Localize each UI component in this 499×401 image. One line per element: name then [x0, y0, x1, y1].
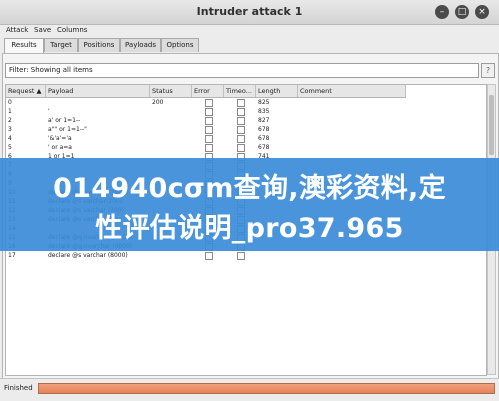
timeout-checkbox	[237, 117, 245, 125]
tab-payloads[interactable]: Payloads	[120, 38, 161, 52]
filter-text: Filter: Showing all items	[9, 66, 93, 74]
col-payload[interactable]: Payload	[46, 85, 150, 97]
cell-status: 200	[152, 99, 164, 106]
cell-payload: a' or 1=1--	[48, 117, 81, 124]
timeout-checkbox	[237, 126, 245, 134]
cell-length: 827	[258, 117, 270, 124]
status-bar: Finished	[0, 378, 499, 401]
menu-columns[interactable]: Columns	[57, 26, 87, 34]
col-error[interactable]: Error	[192, 85, 224, 97]
tab-options[interactable]: Options	[161, 38, 199, 52]
maximize-icon[interactable]: □	[455, 5, 469, 19]
tab-results[interactable]: Results	[4, 38, 44, 53]
timeout-checkbox	[237, 135, 245, 143]
cell-length	[256, 251, 298, 260]
cell-payload: a"" or 1=1--"	[48, 126, 87, 133]
timeout-checkbox	[237, 252, 245, 260]
tab-target[interactable]: Target	[44, 38, 78, 52]
intruder-window: Intruder attack 1 – □ × Attack Save Colu…	[0, 0, 499, 401]
cell-status	[150, 125, 192, 134]
error-checkbox	[205, 117, 213, 125]
cell-status	[150, 134, 192, 143]
progress-fill	[39, 384, 494, 393]
cell-request: 0	[8, 99, 12, 106]
cell-payload: '	[48, 108, 50, 115]
cell-payload: ' or a=a	[48, 144, 72, 151]
cell-status	[150, 143, 192, 152]
table-header: Request ▲ Payload Status Error Timeo... …	[6, 85, 406, 98]
col-length[interactable]: Length	[256, 85, 298, 97]
col-timeout[interactable]: Timeo...	[224, 85, 256, 97]
error-checkbox	[205, 144, 213, 152]
table-row[interactable]: 2 a' or 1=1-- 827	[6, 116, 406, 125]
error-checkbox	[205, 126, 213, 134]
table-row[interactable]: 5 ' or a=a 678	[6, 143, 406, 152]
table-row[interactable]: 1 ' 835	[6, 107, 406, 116]
cell-length: 678	[258, 135, 270, 142]
status-text: Finished	[4, 384, 33, 392]
tab-positions[interactable]: Positions	[78, 38, 120, 52]
timeout-checkbox	[237, 99, 245, 107]
title-bar: Intruder attack 1 – □ ×	[0, 0, 499, 25]
table-row[interactable]: 17 declare @s varchar (8000)	[6, 251, 406, 260]
cell-length: 678	[258, 144, 270, 151]
table-row[interactable]: 3 a"" or 1=1--" 678	[6, 125, 406, 134]
cell-status	[150, 107, 192, 116]
cell-payload: '&'a'='a	[48, 135, 72, 142]
cell-request: 2	[8, 117, 12, 124]
cell-status	[150, 251, 192, 260]
cell-request: 5	[8, 144, 12, 151]
cell-request: 3	[8, 126, 12, 133]
menu-save[interactable]: Save	[34, 26, 51, 34]
filter-bar[interactable]: Filter: Showing all items	[5, 63, 479, 78]
cell-payload: declare @s varchar (8000)	[48, 252, 128, 259]
error-checkbox	[205, 252, 213, 260]
timeout-checkbox	[237, 144, 245, 152]
menu-bar: Attack Save Columns	[0, 24, 499, 36]
cell-length: 825	[258, 99, 270, 106]
cell-status	[150, 116, 192, 125]
cell-length: 835	[258, 108, 270, 115]
window-title: Intruder attack 1	[196, 5, 303, 18]
timeout-checkbox	[237, 108, 245, 116]
col-comment[interactable]: Comment	[298, 85, 406, 97]
menu-attack[interactable]: Attack	[6, 26, 28, 34]
cell-request: 17	[8, 252, 16, 259]
scrollbar-thumb[interactable]	[489, 95, 494, 155]
close-icon[interactable]: ×	[475, 5, 489, 19]
error-checkbox	[205, 108, 213, 116]
cell-length: 678	[258, 126, 270, 133]
table-row[interactable]: 0 200 825	[6, 98, 406, 107]
error-checkbox	[205, 135, 213, 143]
cell-request: 4	[8, 135, 12, 142]
col-request[interactable]: Request ▲	[6, 85, 46, 97]
col-status[interactable]: Status	[150, 85, 192, 97]
error-checkbox	[205, 99, 213, 107]
table-row[interactable]: 4 '&'a'='a 678	[6, 134, 406, 143]
cell-request: 1	[8, 108, 12, 115]
progress-bar	[38, 383, 495, 394]
cell-payload	[46, 98, 150, 107]
banner-line-1: 014940cσm查询,澳彩资料,定	[53, 173, 446, 204]
minimize-icon[interactable]: –	[435, 5, 449, 19]
banner-line-2: 性评估说明_pro37.965	[95, 213, 404, 244]
watermark-banner: 014940cσm查询,澳彩资料,定 性评估说明_pro37.965	[0, 158, 499, 251]
help-icon[interactable]: ?	[481, 63, 495, 78]
